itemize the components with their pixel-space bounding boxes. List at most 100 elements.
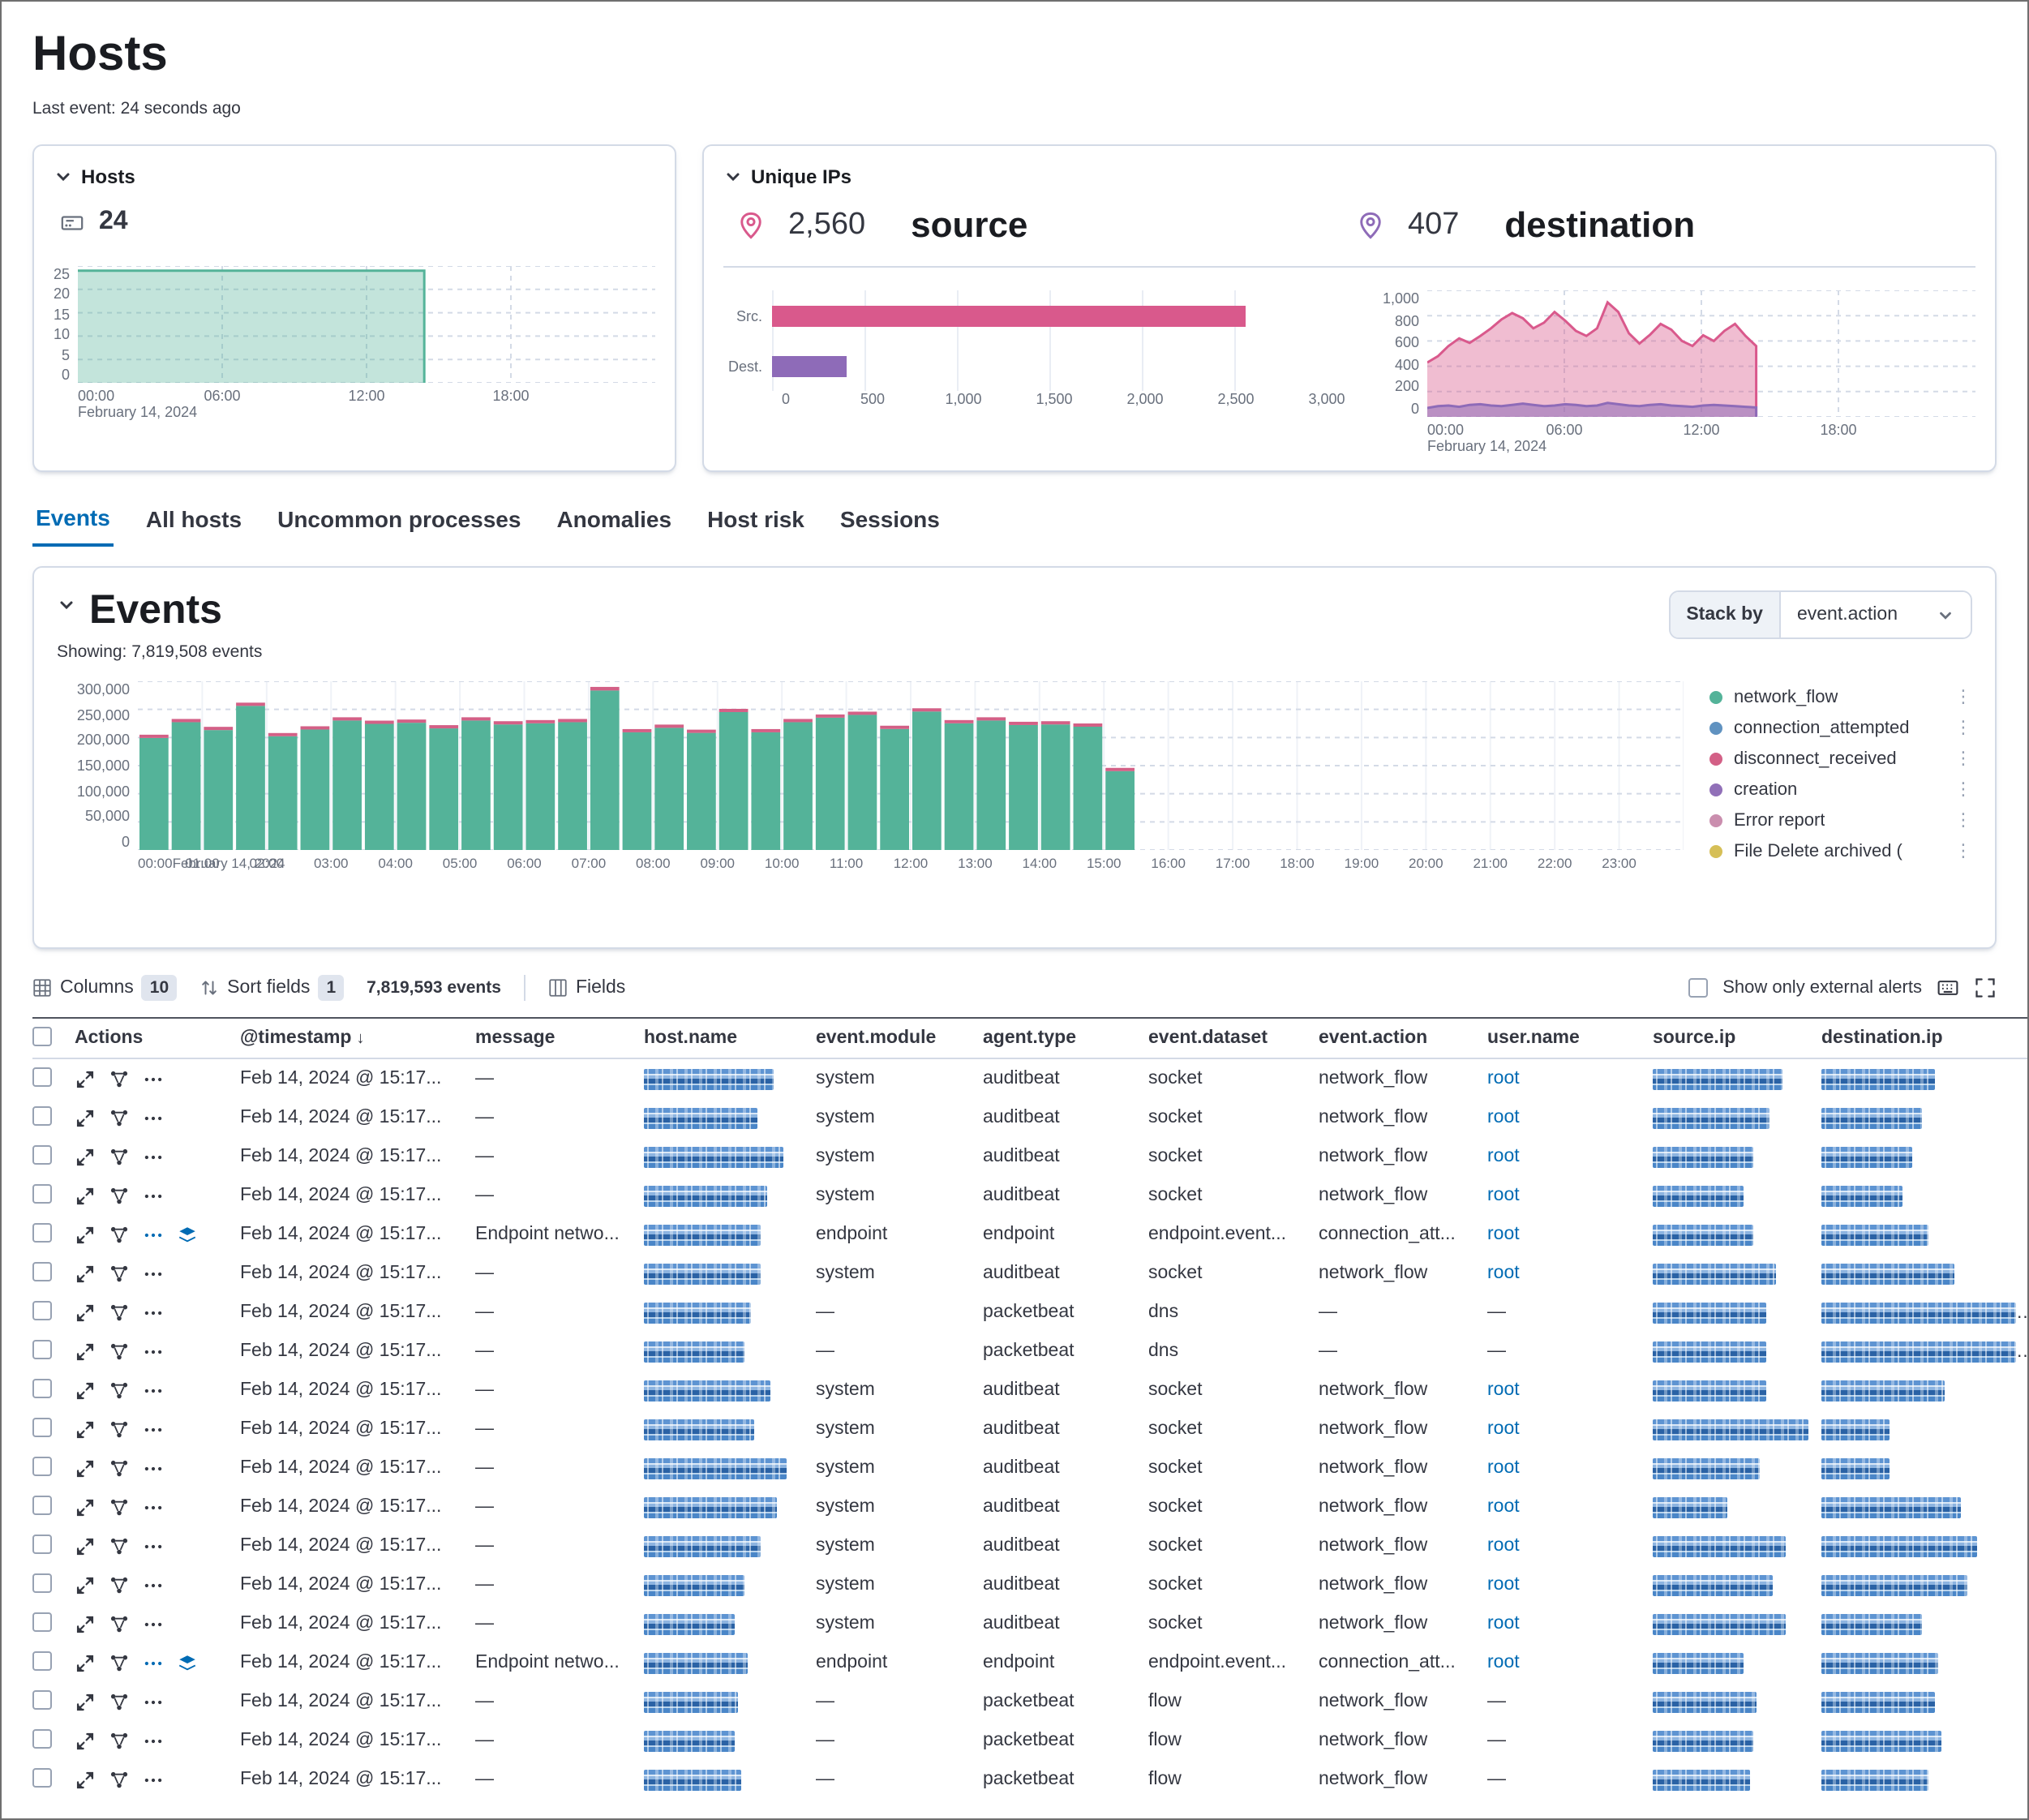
row-checkbox[interactable] [32,1183,52,1203]
cell-value[interactable]: root [1487,1108,1520,1127]
expand-event-icon[interactable] [75,1224,96,1245]
cell-value[interactable]: root [1487,1419,1520,1439]
column-header-eventaction[interactable]: event.action [1319,1028,1487,1048]
more-actions-icon[interactable] [143,1224,164,1245]
column-header-message[interactable]: message [475,1028,644,1048]
legend-menu-icon[interactable]: ⋮ [1954,779,1972,800]
expand-event-icon[interactable] [75,1107,96,1128]
row-checkbox[interactable] [32,1456,52,1475]
more-actions-icon[interactable] [143,1302,164,1323]
legend-menu-icon[interactable]: ⋮ [1954,809,1972,831]
row-checkbox[interactable] [32,1728,52,1748]
cell-value[interactable]: root [1487,1497,1520,1517]
analyze-event-icon[interactable] [109,1535,130,1556]
more-actions-icon[interactable] [143,1613,164,1634]
expand-event-icon[interactable] [75,1185,96,1206]
cell-value[interactable]: root [1487,1186,1520,1205]
row-checkbox[interactable] [32,1417,52,1436]
column-header-sourceip[interactable]: source.ip [1653,1028,1821,1048]
expand-event-icon[interactable] [75,1380,96,1401]
row-checkbox[interactable] [32,1689,52,1709]
more-actions-icon[interactable] [143,1457,164,1479]
column-header-username[interactable]: user.name [1487,1028,1653,1048]
expand-event-icon[interactable] [75,1302,96,1323]
tab-host-risk[interactable]: Host risk [704,504,808,547]
legend-menu-icon[interactable]: ⋮ [1954,686,1972,707]
more-actions-icon[interactable] [143,1769,164,1790]
more-actions-icon[interactable] [143,1419,164,1440]
analyze-event-icon[interactable] [109,1613,130,1634]
expand-event-icon[interactable] [75,1263,96,1284]
column-header-actions[interactable]: Actions [75,1028,240,1048]
tab-uncommon-processes[interactable]: Uncommon processes [274,504,524,547]
endpoint-badge-icon[interactable] [177,1224,198,1245]
columns-button[interactable]: Columns 10 [32,975,177,1001]
more-actions-icon[interactable] [143,1146,164,1167]
analyze-event-icon[interactable] [109,1769,130,1790]
cell-value[interactable]: root [1487,1225,1520,1244]
row-checkbox[interactable] [32,1222,52,1242]
expand-event-icon[interactable] [75,1691,96,1712]
cell-value[interactable]: root [1487,1069,1520,1088]
cell-value[interactable]: root [1487,1614,1520,1633]
endpoint-badge-icon[interactable] [177,1652,198,1673]
column-header-hostname[interactable]: host.name [644,1028,816,1048]
stack-by-select[interactable]: event.action [1781,592,1971,637]
cell-value[interactable]: root [1487,1458,1520,1478]
more-actions-icon[interactable] [143,1341,164,1362]
row-checkbox[interactable] [32,1339,52,1359]
column-header-agenttype[interactable]: agent.type [983,1028,1148,1048]
expand-event-icon[interactable] [75,1613,96,1634]
legend-item-creation[interactable]: creation⋮ [1709,774,1972,805]
more-actions-icon[interactable] [143,1496,164,1517]
expand-event-icon[interactable] [75,1535,96,1556]
column-header-destinationip[interactable]: destination.ip [1821,1028,2027,1048]
column-header-eventdataset[interactable]: event.dataset [1148,1028,1319,1048]
row-checkbox[interactable] [32,1300,52,1320]
row-checkbox[interactable] [32,1495,52,1514]
cell-value[interactable]: root [1487,1264,1520,1283]
tab-sessions[interactable]: Sessions [837,504,943,547]
cell-value[interactable]: root [1487,1653,1520,1672]
legend-item-error-report[interactable]: Error report⋮ [1709,805,1972,835]
more-actions-icon[interactable] [143,1730,164,1751]
column-header-eventmodule[interactable]: event.module [816,1028,983,1048]
expand-event-icon[interactable] [75,1769,96,1790]
collapse-chevron-icon[interactable] [723,167,743,187]
cell-value[interactable]: root [1487,1380,1520,1400]
analyze-event-icon[interactable] [109,1380,130,1401]
row-checkbox[interactable] [32,1378,52,1397]
expand-event-icon[interactable] [75,1652,96,1673]
analyze-event-icon[interactable] [109,1691,130,1712]
row-checkbox[interactable] [32,1612,52,1631]
analyze-event-icon[interactable] [109,1496,130,1517]
legend-item-connection_attempted[interactable]: connection_attempted⋮ [1709,712,1972,743]
analyze-event-icon[interactable] [109,1457,130,1479]
expand-event-icon[interactable] [75,1341,96,1362]
row-checkbox[interactable] [32,1261,52,1281]
row-checkbox[interactable] [32,1144,52,1164]
expand-event-icon[interactable] [75,1146,96,1167]
keyboard-shortcuts-icon[interactable] [1937,977,1959,999]
legend-menu-icon[interactable]: ⋮ [1954,840,1972,861]
analyze-event-icon[interactable] [109,1302,130,1323]
analyze-event-icon[interactable] [109,1730,130,1751]
analyze-event-icon[interactable] [109,1107,130,1128]
expand-event-icon[interactable] [75,1730,96,1751]
external-alerts-checkbox[interactable] [1688,978,1708,998]
more-actions-icon[interactable] [143,1574,164,1595]
row-checkbox[interactable] [32,1650,52,1670]
expand-event-icon[interactable] [75,1496,96,1517]
expand-event-icon[interactable] [75,1419,96,1440]
row-checkbox[interactable] [32,1573,52,1592]
more-actions-icon[interactable] [143,1380,164,1401]
expand-event-icon[interactable] [75,1068,96,1089]
row-checkbox[interactable] [32,1067,52,1086]
analyze-event-icon[interactable] [109,1185,130,1206]
expand-event-icon[interactable] [75,1574,96,1595]
more-actions-icon[interactable] [143,1107,164,1128]
legend-menu-icon[interactable]: ⋮ [1954,717,1972,738]
tab-events[interactable]: Events [32,504,114,547]
legend-item-file-delete-archived-[interactable]: File Delete archived (⋮ [1709,835,1972,866]
analyze-event-icon[interactable] [109,1068,130,1089]
